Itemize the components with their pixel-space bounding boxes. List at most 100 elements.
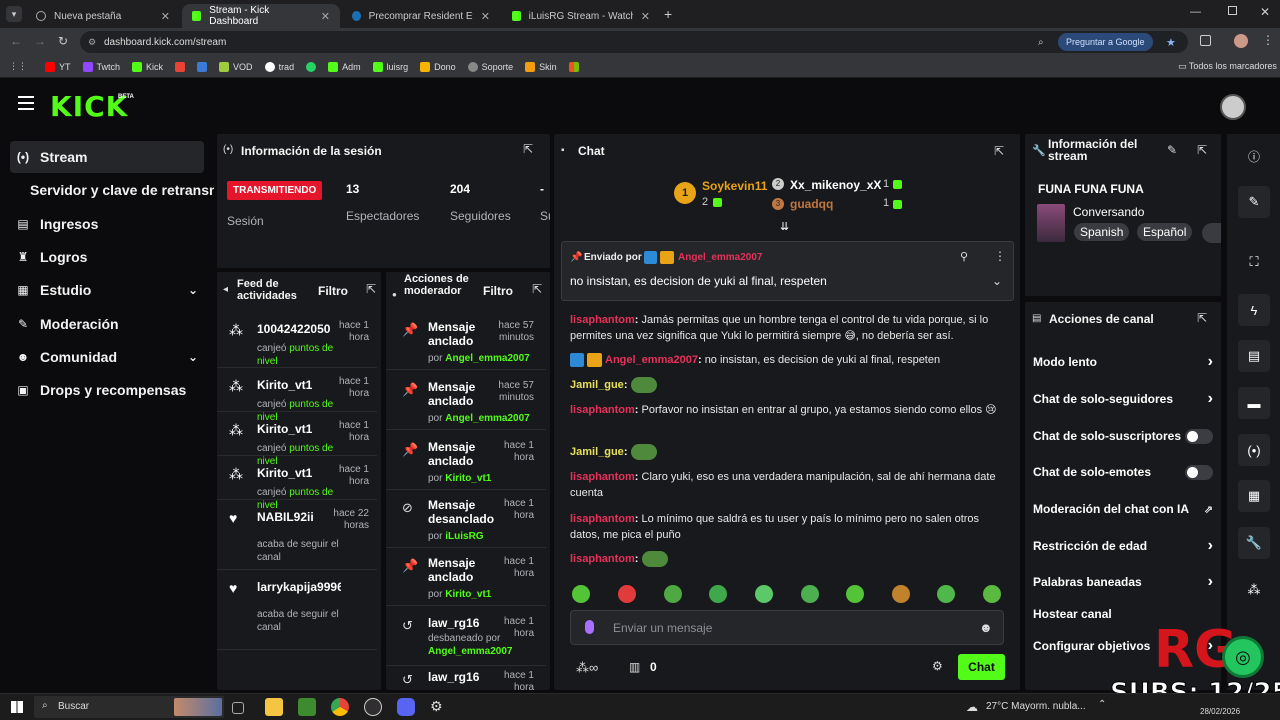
channel-action-row[interactable]: Chat de solo-suscriptores (1033, 427, 1213, 445)
chat-username[interactable]: Jamil_gue (570, 446, 624, 458)
minecraft-icon[interactable] (298, 698, 316, 716)
chat-username[interactable]: lisaphantom (570, 513, 635, 525)
broadcast-icon[interactable]: (•) (1238, 434, 1270, 466)
feed-item[interactable]: ⁂ Kirito_vt1 hace 1 hora canjeó puntos de n… (217, 412, 377, 467)
capture-icon[interactable]: ⛶ (1238, 246, 1270, 278)
mod-action-item[interactable]: 📌 Mensaje anclado hace 57 minutos por Angel… (386, 372, 546, 430)
bookmark-soporte[interactable]: Soporte (467, 61, 513, 72)
mod-action-item[interactable]: ⊘ Mensaje desanclado hace 1 hora por iLuisR… (386, 490, 546, 548)
pencil-icon[interactable]: ✎ (1238, 186, 1270, 218)
filter-button[interactable]: Filtro (483, 284, 513, 298)
chat-icon[interactable]: ▬ (1238, 387, 1270, 419)
mod-by-user[interactable]: Angel_emma2007 (428, 646, 513, 657)
task-view-icon[interactable] (232, 702, 244, 714)
chevron-down-icon[interactable]: ⌄ (992, 274, 1002, 288)
mod-by-user[interactable]: Angel_emma2007 (445, 353, 530, 364)
new-tab-icon[interactable]: + (664, 6, 672, 22)
bookmark-kick[interactable]: Kick (132, 61, 163, 72)
bookmark-gmail[interactable] (175, 61, 186, 72)
support-headset-button[interactable]: ◎ (1222, 636, 1264, 678)
popout-icon[interactable]: ⇱ (994, 144, 1004, 158)
site-info-icon[interactable]: ⚙ (88, 37, 96, 48)
bookmark-ms[interactable] (568, 61, 579, 72)
channel-action-row[interactable]: Palabras baneadas › (1033, 573, 1213, 591)
close-tab-icon[interactable]: ✕ (641, 10, 650, 23)
feed-user[interactable]: larrykapija9996612 (257, 580, 341, 594)
emote-icon[interactable] (937, 585, 955, 603)
tab-resident-evil[interactable]: Precomprar Resident Evil Requ ✕ (342, 4, 500, 28)
send-chat-button[interactable]: Chat (958, 654, 1005, 680)
chat-username[interactable]: lisaphantom (570, 404, 635, 416)
emote-icon[interactable] (846, 585, 864, 603)
toggle-switch[interactable] (1185, 428, 1213, 444)
layout-icon[interactable]: ▦ (1238, 480, 1270, 512)
zoom-icon[interactable]: ⌕ (1038, 37, 1044, 48)
bookmark-dono[interactable]: Dono (420, 61, 456, 72)
microphone-icon[interactable] (585, 620, 594, 634)
leader-1-name[interactable]: Soykevin11 (702, 179, 767, 193)
emote-icon[interactable] (892, 585, 910, 603)
bookmark-twitch[interactable]: Twtch (82, 61, 120, 72)
channel-action-row[interactable]: Chat de solo-seguidores › (1033, 390, 1213, 408)
channel-action-row[interactable]: Moderación del chat con IA ⇗ (1033, 500, 1213, 518)
bookmark-whatsapp[interactable] (306, 61, 317, 72)
browser-menu-icon[interactable]: ⋮ (1262, 33, 1274, 47)
leader-3-name[interactable]: guadqq (790, 197, 833, 211)
bookmark-yt[interactable]: YT (45, 61, 71, 72)
emote-icon[interactable] (709, 585, 727, 603)
emote-icon[interactable] (618, 585, 636, 603)
mod-action-item[interactable]: 📌 Mensaje anclado hace 57 minutos por Angel… (386, 312, 546, 370)
chat-settings-icon[interactable]: ⚙ (932, 659, 943, 673)
feed-user[interactable]: Kirito_vt1 (257, 378, 312, 392)
chrome-icon[interactable] (331, 698, 349, 716)
sidebar-item-drops[interactable]: ▣ Drops y recompensas (10, 374, 204, 406)
feed-item[interactable]: ♥ larrykapija9996612 acaba de seguir el ca… (217, 570, 377, 650)
sidebar-item-servidor[interactable]: Servidor y clave de retransmisión (24, 174, 214, 206)
wrench-icon[interactable]: 🔧 (1238, 527, 1270, 559)
all-bookmarks-folder[interactable]: ▭ Todos los marcadores (1178, 61, 1277, 72)
document-icon[interactable]: ▤ (1238, 340, 1270, 372)
emoji-picker-icon[interactable]: ☻ (979, 620, 993, 635)
chat-message[interactable]: lisaphantom: Lo mínimo que saldrá es tu … (570, 511, 1002, 543)
taskbar-search[interactable]: ⌕ Buscar (34, 696, 224, 718)
settings-icon[interactable]: ⚙ (430, 698, 448, 716)
chat-message[interactable]: lisaphantom: Claro yuki, eso es una verd… (570, 469, 1002, 501)
unpin-icon[interactable]: ⚲ (960, 250, 968, 263)
mod-action-item[interactable]: ↺ law_rg16 hace 1 hora (386, 662, 546, 690)
close-window-icon[interactable]: ✕ (1260, 5, 1270, 19)
chat-message[interactable]: lisaphantom: (570, 551, 1002, 568)
mod-by-user[interactable]: Kirito_vt1 (445, 473, 491, 484)
lightning-icon[interactable]: ϟ (1238, 294, 1270, 326)
channel-points-icon[interactable]: ⁂∞ (576, 660, 598, 676)
bookmark-skin[interactable]: Skin (525, 61, 557, 72)
chat-username[interactable]: lisaphantom (570, 471, 635, 483)
mod-action-item[interactable]: 📌 Mensaje anclado hace 1 hora por Kirito_vt… (386, 432, 546, 490)
sidebar-item-ingresos[interactable]: ▤ Ingresos (10, 208, 204, 240)
popout-icon[interactable]: ⇱ (1197, 311, 1207, 325)
collapse-arrow-icon[interactable]: ⇊ (780, 220, 789, 233)
mod-action-item[interactable]: 📌 Mensaje anclado hace 1 hora por Kirito_vt… (386, 548, 546, 606)
tab-new-tab[interactable]: Nueva pestaña ✕ (26, 4, 180, 28)
sidebar-item-comunidad[interactable]: ☻ Comunidad ⌄ (10, 341, 204, 373)
feed-item[interactable]: ♥ NABIL92ii hace 22 horas acaba de seguir e… (217, 500, 377, 570)
feed-user[interactable]: NABIL92ii (257, 510, 314, 524)
popout-icon[interactable]: ⇱ (366, 282, 376, 296)
chat-message[interactable]: lisaphantom: Jamás permitas que un hombr… (570, 312, 1002, 344)
chat-username[interactable]: lisaphantom (570, 553, 635, 565)
windows-start-icon[interactable] (11, 701, 23, 713)
chat-message[interactable]: Jamil_gue: (570, 444, 1002, 461)
mod-by-user[interactable]: Kirito_vt1 (445, 589, 491, 600)
popout-icon[interactable]: ⇱ (523, 142, 533, 156)
user-avatar[interactable] (1220, 94, 1246, 120)
back-icon[interactable]: ← (10, 34, 22, 48)
profile-avatar[interactable] (1234, 34, 1248, 48)
bookmark-adm[interactable]: Adm (328, 61, 361, 72)
extensions-icon[interactable] (1200, 35, 1211, 46)
chat-message[interactable]: Angel_emma2007: no insistan, es decision… (570, 352, 1002, 368)
tray-chevron-icon[interactable]: ⌃ (1098, 699, 1106, 710)
sidebar-item-logros[interactable]: ♜ Logros (10, 241, 204, 273)
chat-message[interactable]: lisaphantom: Porfavor no insistan en ent… (570, 402, 1002, 418)
chat-username[interactable]: Jamil_gue (570, 379, 624, 391)
feed-user[interactable]: Kirito_vt1 (257, 466, 312, 480)
reload-icon[interactable]: ↻ (58, 34, 68, 48)
